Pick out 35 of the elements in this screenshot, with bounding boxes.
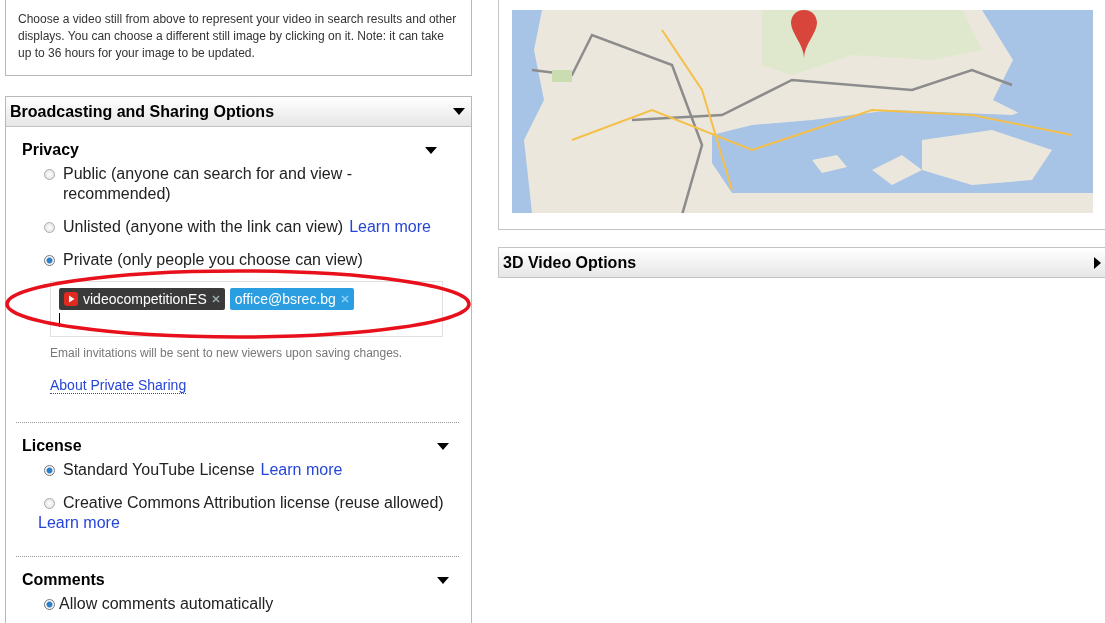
panel-title: 3D Video Options — [503, 253, 637, 272]
radio-button[interactable] — [44, 465, 55, 476]
option-label: Unlisted (anyone with the link can view) — [63, 217, 344, 237]
caret-down-icon[interactable] — [437, 576, 449, 584]
learn-more-link[interactable]: Learn more — [349, 217, 431, 237]
play-icon — [64, 292, 78, 306]
section-title: Privacy — [22, 141, 79, 159]
panel-title: Broadcasting and Sharing Options — [10, 102, 275, 121]
caret-down-icon[interactable] — [425, 146, 437, 154]
share-field[interactable]: videocompetitionES office@bsrec.bg — [50, 281, 443, 337]
radio-button[interactable] — [44, 255, 55, 266]
remove-icon[interactable] — [211, 295, 220, 303]
panel-header[interactable]: 3D Video Options — [498, 247, 1105, 278]
learn-more-link[interactable]: Learn more — [38, 513, 120, 533]
option-label: Allow comments automatically — [59, 594, 275, 614]
caret-down-icon[interactable] — [437, 442, 449, 450]
tag-label: office@bsrec.bg — [234, 291, 336, 307]
learn-more-link[interactable]: Learn more — [260, 460, 343, 480]
option-label: Standard YouTube License — [63, 460, 255, 480]
caret-down-icon[interactable] — [453, 108, 465, 115]
option-label: Creative Commons Attribution license (reuse allowed) — [63, 493, 444, 513]
tag-label: videocompetitionES — [83, 291, 207, 307]
still-description: Choose a video still from above to represent your video in search results and other displays. You can choose a different still image by clicking on it. Note: it can take up to 36 hours for your image to be updated. — [18, 11, 458, 62]
radio-button[interactable] — [44, 169, 55, 180]
radio-button[interactable] — [44, 599, 55, 610]
caret-right-icon[interactable] — [1094, 256, 1101, 269]
option-label: Public (anyone can search for and view - recommended) — [63, 164, 354, 204]
channel-tag[interactable]: videocompetitionES — [59, 288, 225, 310]
radio-button[interactable] — [44, 498, 55, 509]
option-label: Private (only people you choose can view) — [63, 250, 364, 270]
hint-text: Email invitations will be sent to new viewers upon saving changes. — [50, 346, 404, 360]
section-title: License — [22, 437, 82, 455]
section-title: Comments — [22, 571, 105, 589]
radio-button[interactable] — [44, 222, 55, 233]
about-private-sharing-link[interactable]: About Private Sharing — [50, 377, 187, 394]
